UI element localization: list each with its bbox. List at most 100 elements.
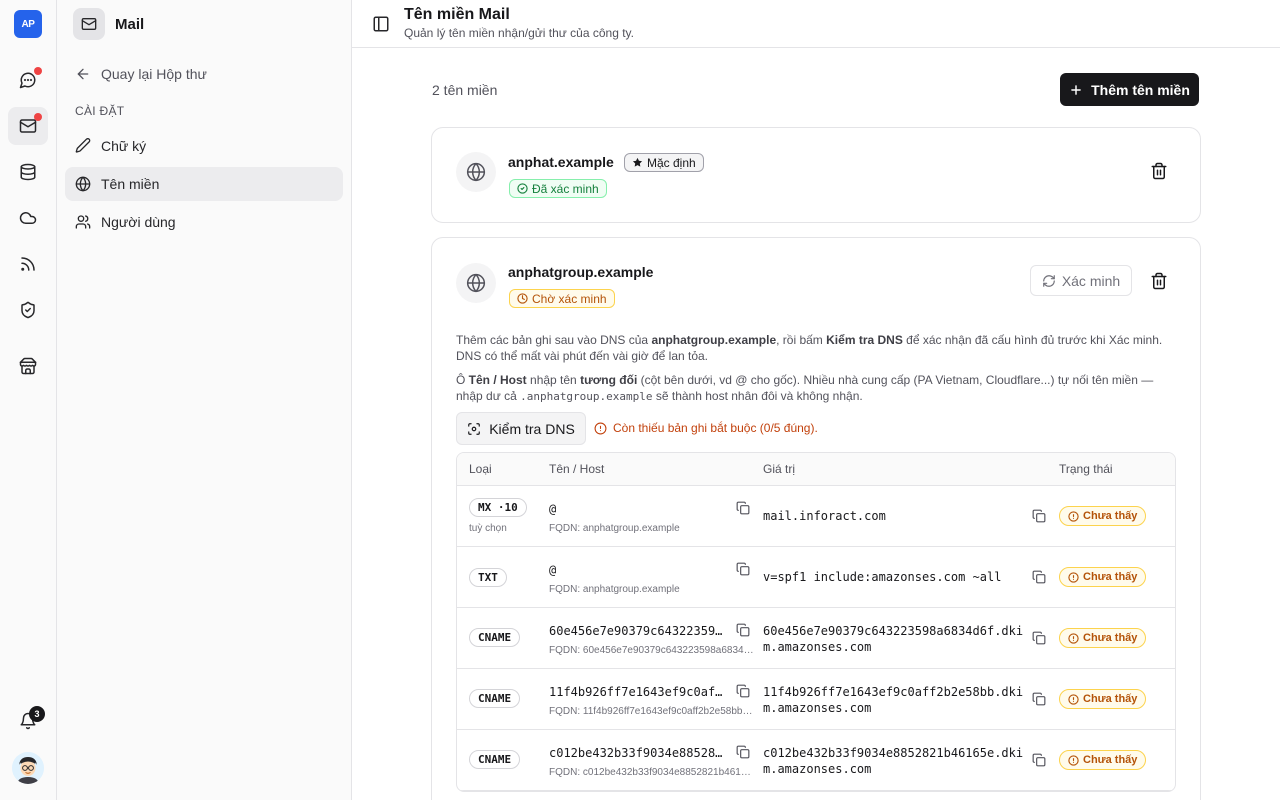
record-type: TXT <box>469 568 507 587</box>
back-link-label: Quay lại Hộp thư <box>101 66 207 82</box>
note-host: Tên / Host <box>468 373 527 387</box>
record-status-badge: Chưa thấy <box>1059 750 1147 770</box>
pen-icon <box>75 138 91 153</box>
verify-button-label: Xác minh <box>1061 272 1121 289</box>
copy-value-icon[interactable] <box>1032 692 1046 706</box>
page-subtitle: Quản lý tên miền nhận/gửi thư của công t… <box>404 26 634 40</box>
note-relative: tương đối <box>580 373 638 387</box>
status-badge-label: Đã xác minh <box>532 181 599 196</box>
verify-button[interactable]: Xác minh <box>1030 265 1132 296</box>
sidebar-item-label: Tên miền <box>101 176 160 192</box>
table-row: TXT @ FQDN: anphatgroup.example v=spf1 i… <box>457 547 1175 608</box>
record-type: CNAME <box>469 689 521 708</box>
record-value: 11f4b926ff7e1643ef9c0aff2b2e58bb.dkim.am… <box>763 685 1024 715</box>
column-header-value: Giá trị <box>763 462 796 476</box>
record-status-badge: Chưa thấy <box>1059 689 1147 709</box>
record-value: v=spf1 include:amazonses.com ~all <box>763 570 1002 584</box>
icon-rail: AP 3 <box>0 0 57 800</box>
avatar[interactable] <box>12 752 44 784</box>
record-status-badge: Chưa thấy <box>1059 567 1147 587</box>
record-host: @ <box>549 502 557 516</box>
warning-text: Còn thiếu bản ghi bắt buộc (0/5 đúng). <box>613 421 818 435</box>
dns-instructions: Thêm các bản ghi sau vào DNS của anphatg… <box>456 332 1181 364</box>
rail-notifications-button[interactable]: 3 <box>8 702 48 740</box>
status-badge-pending: Chờ xác minh <box>509 289 615 308</box>
sidebar-header: Mail <box>73 8 144 40</box>
note-check-dns: Kiểm tra DNS <box>826 333 903 347</box>
rail-store-button[interactable] <box>8 347 48 385</box>
plus-icon <box>1071 84 1081 95</box>
refresh-icon <box>1042 274 1055 287</box>
rail-cloud-button[interactable] <box>8 199 48 237</box>
record-fqdn: FQDN: c012be432b33f9034e8852821b46165e._… <box>549 767 755 778</box>
table-row: CNAME 11f4b926ff7e1643ef9c0aff2b2e58bb._… <box>457 669 1175 730</box>
alert-circle-icon <box>1068 571 1079 583</box>
alert-circle-icon <box>1068 510 1079 522</box>
status-badge-label: Chờ xác minh <box>532 291 607 306</box>
check-dns-button[interactable]: Kiểm tra DNS <box>456 412 586 445</box>
copy-host-icon[interactable] <box>736 562 750 576</box>
avatar-illustration <box>12 752 44 784</box>
copy-host-icon[interactable] <box>736 501 750 515</box>
note-text: sẽ thành host nhân đôi và không nhận. <box>652 389 863 403</box>
rail-chat-button[interactable] <box>8 61 48 99</box>
app-logo[interactable]: AP <box>14 10 42 38</box>
copy-value-icon[interactable] <box>1032 753 1046 767</box>
rail-rss-button[interactable] <box>8 245 48 283</box>
domain-card-pending: anphatgroup.example Chờ xác minh Xác min… <box>431 237 1201 800</box>
scan-icon <box>468 422 481 435</box>
record-host: c012be432b33f9034e8852821b46165e._domain… <box>549 746 725 760</box>
record-value: mail.inforact.com <box>763 509 886 523</box>
alert-circle-icon <box>1068 693 1079 705</box>
domain-name: anphatgroup.example <box>508 264 654 280</box>
globe-icon <box>75 176 91 192</box>
record-status-label: Chưa thấy <box>1083 510 1138 522</box>
record-status-label: Chưa thấy <box>1083 632 1138 644</box>
table-row: CNAME c012be432b33f9034e8852821b46165e._… <box>457 730 1175 791</box>
record-status-badge: Chưa thấy <box>1059 628 1147 648</box>
users-icon <box>75 215 91 229</box>
copy-host-icon[interactable] <box>736 623 750 637</box>
mail-unread-dot <box>34 113 42 121</box>
database-icon <box>20 163 36 181</box>
alert-circle-icon <box>1068 632 1079 644</box>
record-status-label: Chưa thấy <box>1083 693 1138 705</box>
back-to-inbox-link[interactable]: Quay lại Hộp thư <box>75 64 207 84</box>
rail-mail-button[interactable] <box>8 107 48 145</box>
domain-count: 2 tên miền <box>432 82 498 98</box>
add-domain-button[interactable]: Thêm tên miền <box>1060 73 1199 106</box>
record-value: c012be432b33f9034e8852821b46165e.dkim.am… <box>763 746 1024 776</box>
record-status-label: Chưa thấy <box>1083 571 1138 583</box>
copy-value-icon[interactable] <box>1032 509 1046 523</box>
copy-value-icon[interactable] <box>1032 570 1046 584</box>
delete-domain-icon[interactable] <box>1150 162 1168 180</box>
rail-database-button[interactable] <box>8 153 48 191</box>
mail-app-icon <box>73 8 105 40</box>
sidebar-item-users[interactable]: Người dùng <box>65 205 343 239</box>
page-header: Tên miền Mail Quản lý tên miền nhận/gửi … <box>352 0 1280 48</box>
record-type: MX ·10 <box>469 498 527 517</box>
record-fqdn: FQDN: 60e456e7e90379c643223598a6834d6f._… <box>549 645 755 656</box>
check-dns-label: Kiểm tra DNS <box>489 420 575 437</box>
store-icon <box>19 357 37 375</box>
record-type: CNAME <box>469 750 521 769</box>
record-optional: tuỳ chọn <box>469 523 507 534</box>
domain-globe-icon <box>456 263 496 303</box>
rss-icon <box>21 257 35 271</box>
shield-check-icon <box>21 301 35 319</box>
sidebar-item-signature[interactable]: Chữ ký <box>65 129 343 163</box>
copy-host-icon[interactable] <box>736 745 750 759</box>
default-badge-label: Mặc định <box>647 155 696 170</box>
copy-value-icon[interactable] <box>1032 631 1046 645</box>
alert-circle-icon <box>594 422 607 434</box>
sidebar-item-label: Người dùng <box>101 214 176 230</box>
note-text: Thêm các bản ghi sau vào DNS của <box>456 333 652 347</box>
copy-host-icon[interactable] <box>736 684 750 698</box>
rail-shield-button[interactable] <box>8 291 48 329</box>
sidebar-item-domains[interactable]: Tên miền <box>65 167 343 201</box>
notification-count-badge: 3 <box>29 706 45 722</box>
domain-globe-icon <box>456 152 496 192</box>
note-text: Ô <box>456 373 469 387</box>
delete-domain-icon[interactable] <box>1150 272 1168 290</box>
sidebar-toggle-icon[interactable] <box>372 15 390 33</box>
